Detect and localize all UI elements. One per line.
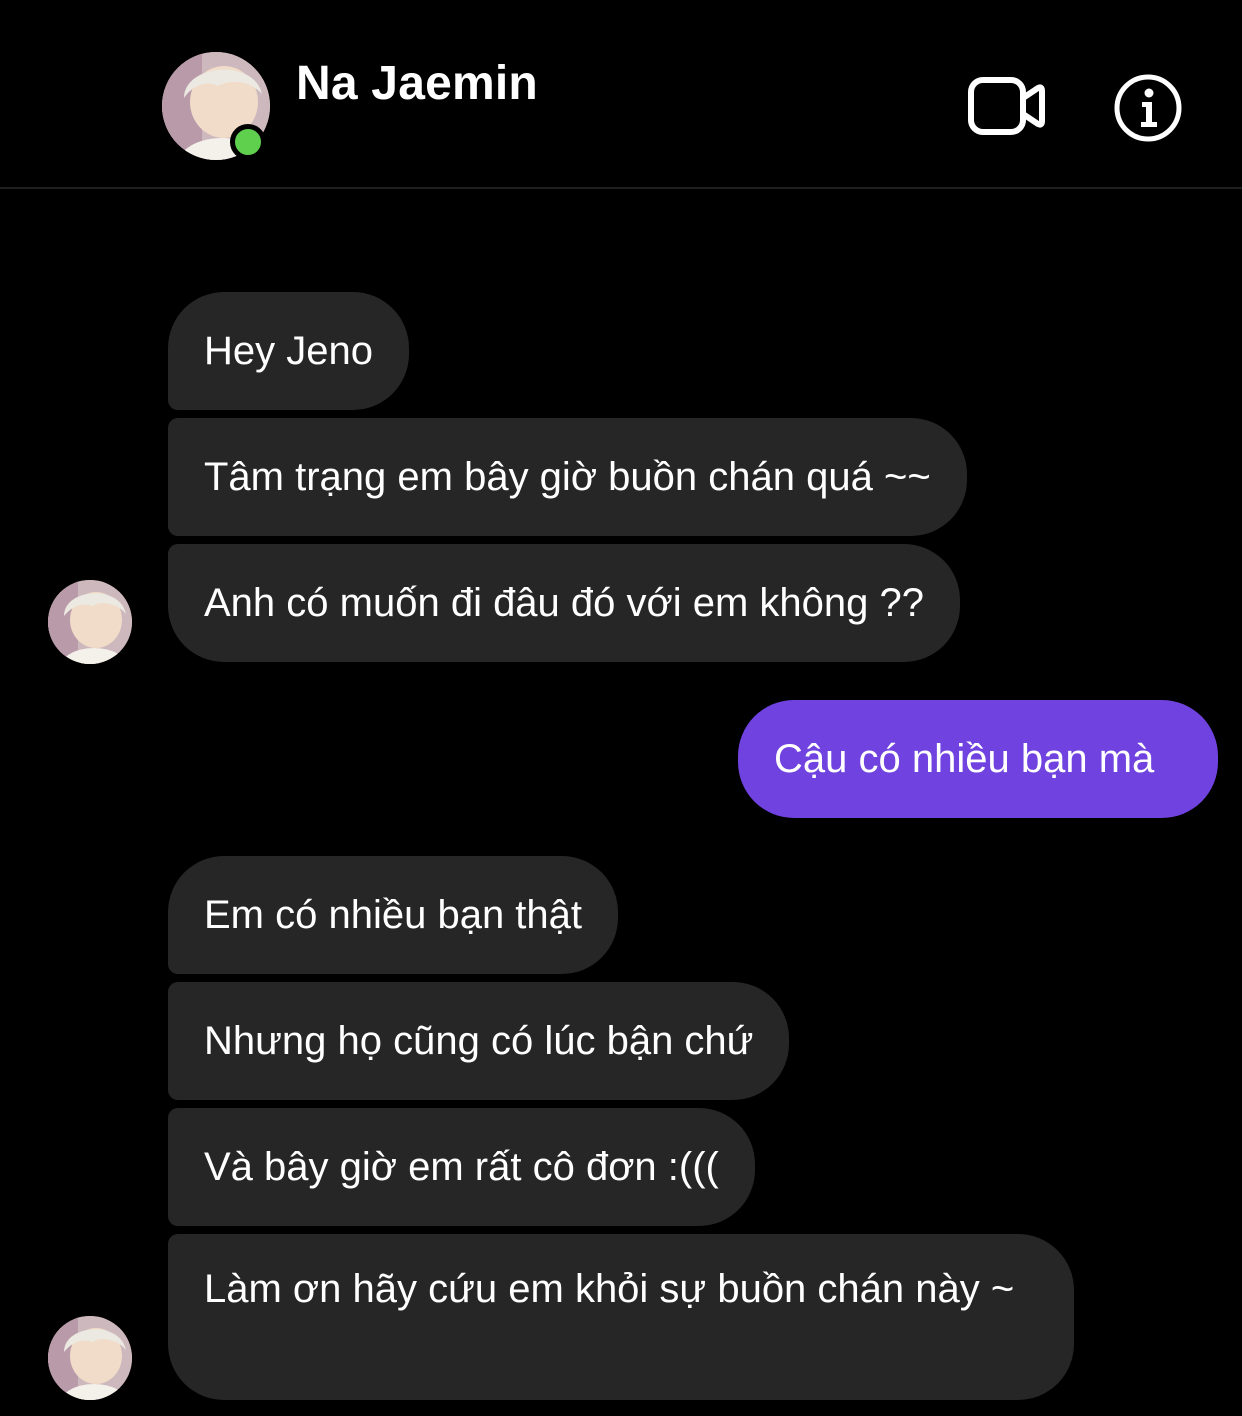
message-bubble-incoming[interactable]: Tâm trạng em bây giờ buồn chán quá ~~ xyxy=(168,418,967,536)
video-camera-icon xyxy=(968,77,1045,135)
info-button[interactable] xyxy=(1112,72,1184,144)
contact-name[interactable]: Na Jaemin xyxy=(296,56,538,111)
message-bubble-incoming[interactable]: Làm ơn hãy cứu em khỏi sự buồn chán này … xyxy=(168,1234,1074,1400)
message-bubble-incoming[interactable]: Anh có muốn đi đâu đó với em không ?? xyxy=(168,544,961,662)
message-bubble-incoming[interactable]: Nhưng họ cũng có lúc bận chứ xyxy=(168,982,790,1100)
online-status-dot xyxy=(230,124,266,160)
message-bubble-incoming[interactable]: Hey Jeno xyxy=(168,292,409,410)
avatar-photo xyxy=(48,580,132,664)
message-bubble-outgoing[interactable]: Cậu có nhiều bạn mà xyxy=(738,700,1218,818)
message-bubble-incoming[interactable]: Em có nhiều bạn thật xyxy=(168,856,619,974)
sender-avatar[interactable] xyxy=(48,580,132,664)
video-call-button[interactable] xyxy=(966,74,1046,138)
chat-header: Na Jaemin xyxy=(0,0,1242,189)
sender-avatar[interactable] xyxy=(48,1316,132,1400)
info-icon xyxy=(1114,74,1182,142)
avatar-photo xyxy=(48,1316,132,1400)
message-bubble-incoming[interactable]: Và bây giờ em rất cô đơn :((( xyxy=(168,1108,755,1226)
